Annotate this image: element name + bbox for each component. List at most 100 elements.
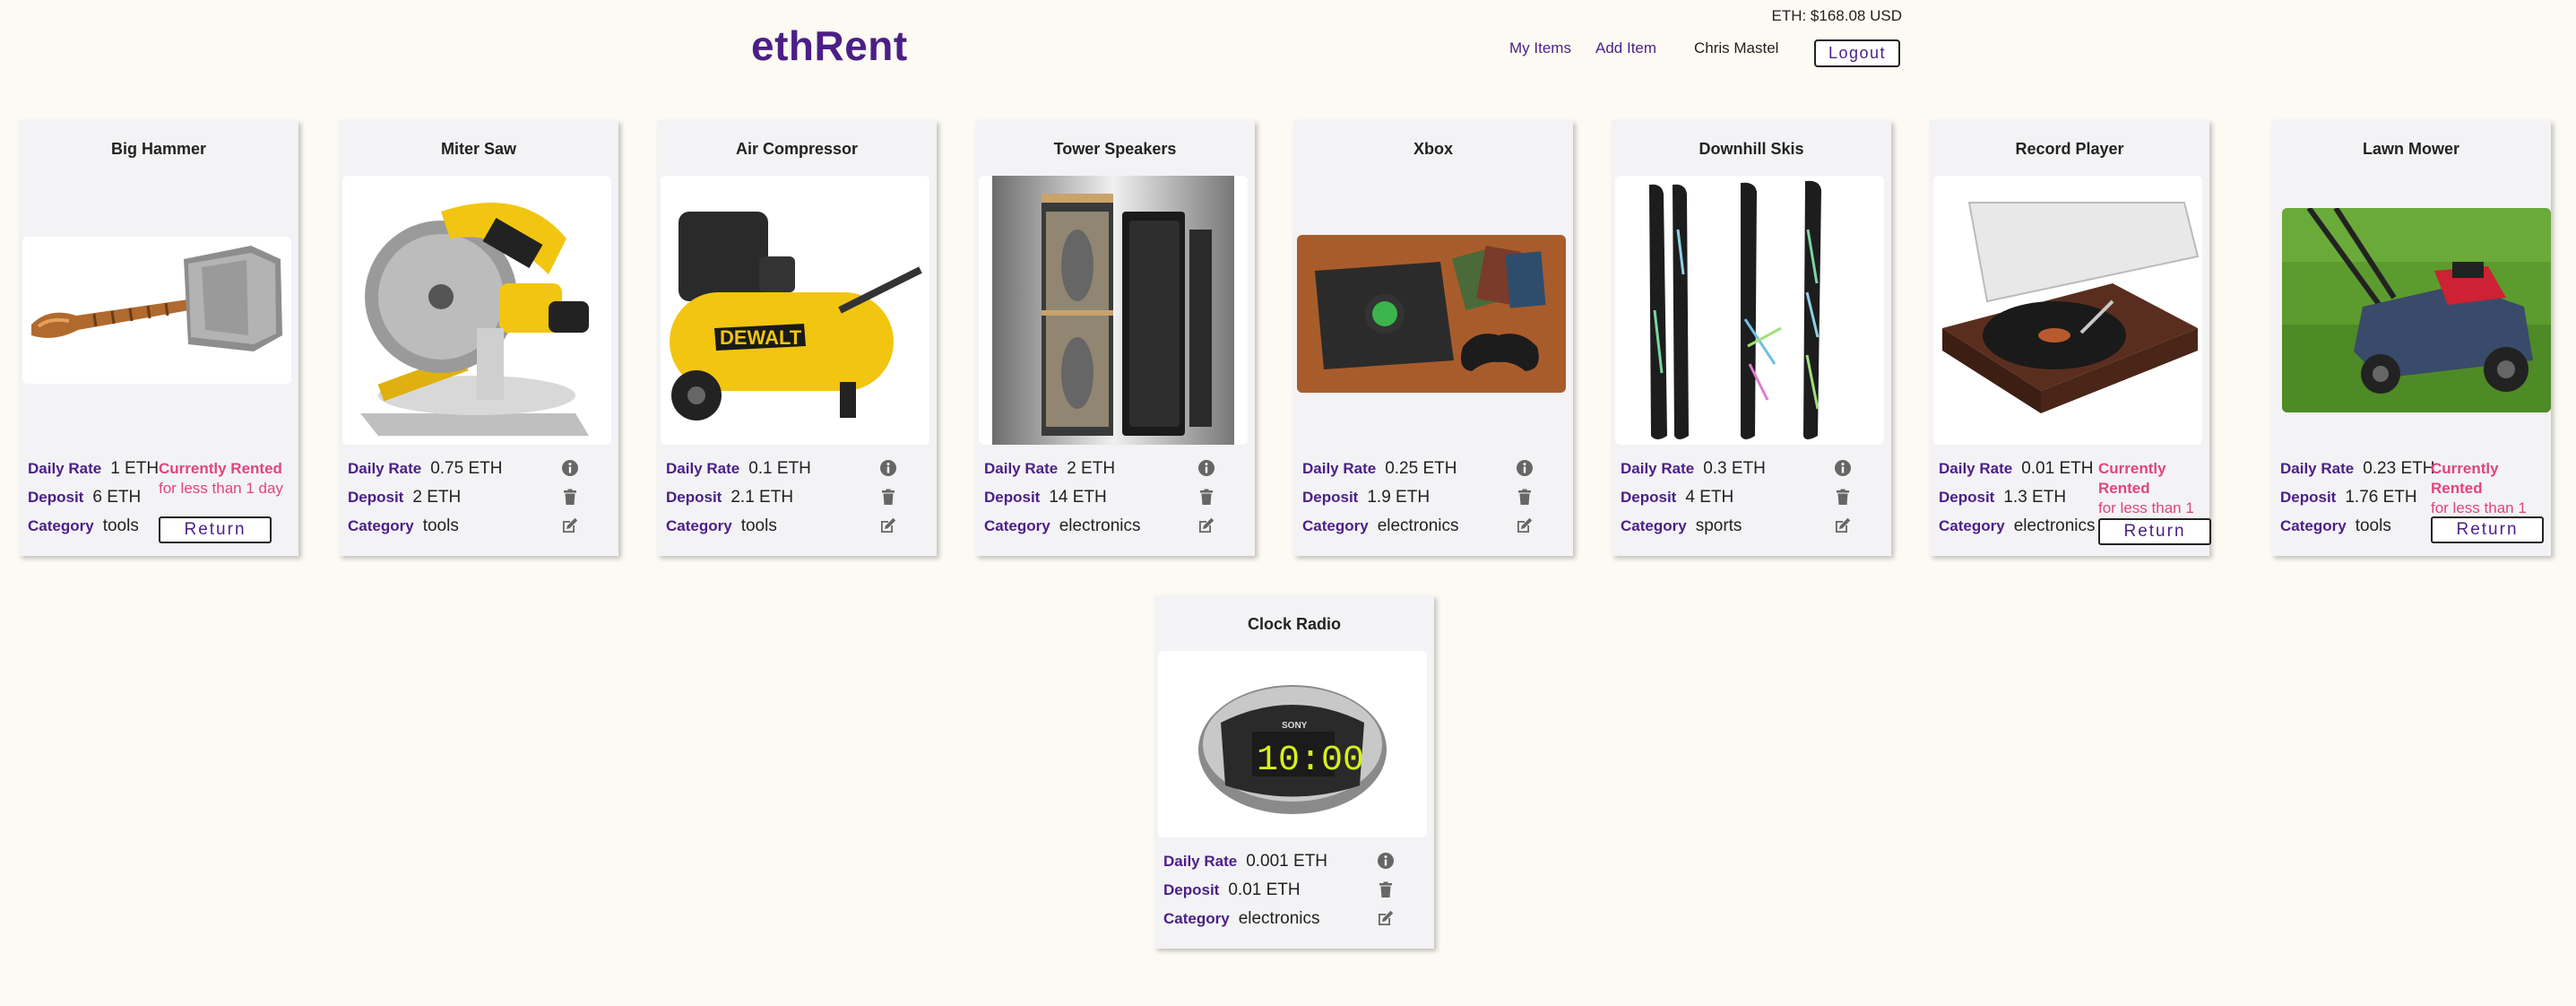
item-image: DEWALT [661, 176, 929, 445]
category-row: Category electronics [1302, 516, 1459, 536]
trash-icon[interactable] [1197, 488, 1215, 506]
item-title: Downhill Skis [1699, 140, 1804, 158]
deposit-value: 14 ETH [1049, 488, 1107, 507]
item-card[interactable]: Clock Radio 10:00 SONY Daily Rate 0.001 E… [1154, 595, 1434, 949]
item-card[interactable]: Air Compressor DEWALT Daily Rate 0.1 ETH … [657, 120, 937, 556]
category-value: tools [102, 516, 139, 535]
daily-rate-value: 1 ETH [110, 459, 160, 478]
deposit-row: Deposit 0.01 ETH [1163, 880, 1301, 900]
item-image [2282, 208, 2551, 412]
return-button[interactable]: Return [159, 516, 272, 543]
hammer-image [22, 237, 291, 384]
trash-icon[interactable] [561, 488, 579, 506]
item-image [1933, 176, 2202, 445]
deposit-value: 0.01 ETH [1228, 880, 1301, 899]
item-card[interactable]: Tower Speakers Daily Rate 2 ETH Deposit 14 [975, 120, 1255, 556]
item-title: Lawn Mower [2362, 140, 2459, 158]
air-compressor-image: DEWALT [661, 176, 929, 445]
daily-rate-row: Daily Rate 0.1 ETH [666, 459, 811, 479]
daily-rate-label: Daily Rate [1621, 460, 1695, 477]
return-button[interactable]: Return [2431, 516, 2544, 543]
record-player-image [1933, 176, 2202, 445]
info-icon[interactable] [1197, 459, 1215, 477]
category-row: Category tools [666, 516, 777, 536]
item-title: Big Hammer [110, 140, 207, 158]
category-row: Category tools [348, 516, 459, 536]
trash-icon[interactable] [1516, 488, 1534, 506]
category-label: Category [984, 517, 1050, 534]
item-image [979, 176, 1248, 445]
category-value: electronics [1059, 516, 1141, 535]
daily-rate-row: Daily Rate 1 ETH [28, 459, 159, 479]
trash-icon[interactable] [1834, 488, 1852, 506]
deposit-row: Deposit 4 ETH [1621, 488, 1733, 507]
deposit-row: Deposit 2.1 ETH [666, 488, 793, 507]
deposit-label: Deposit [666, 489, 722, 506]
daily-rate-label: Daily Rate [2280, 460, 2355, 477]
skis-image [1615, 176, 1884, 445]
deposit-label: Deposit [28, 489, 84, 506]
daily-rate-row: Daily Rate 2 ETH [984, 459, 1115, 479]
daily-rate-value: 0.25 ETH [1385, 459, 1457, 478]
edit-icon[interactable] [1834, 516, 1852, 534]
item-image [342, 176, 611, 445]
category-label: Category [28, 517, 94, 534]
edit-icon[interactable] [1516, 516, 1534, 534]
tower-speakers-image [992, 176, 1234, 445]
info-icon[interactable] [561, 459, 579, 477]
deposit-label: Deposit [984, 489, 1041, 506]
user-name: Chris Mastel [1694, 39, 1779, 56]
svg-text:DEWALT: DEWALT [720, 326, 802, 349]
edit-icon[interactable] [879, 516, 897, 534]
category-label: Category [666, 517, 732, 534]
deposit-row: Deposit 6 ETH [28, 488, 141, 507]
category-row: Category electronics [1163, 909, 1320, 929]
daily-rate-row: Daily Rate 0.75 ETH [348, 459, 502, 479]
item-card[interactable]: Miter Saw Daily Rate 0.75 ETH Deposit 2 ET… [339, 120, 618, 556]
category-value: electronics [1377, 516, 1459, 535]
daily-rate-value: 0.01 ETH [2021, 459, 2094, 478]
item-image [1615, 176, 1884, 445]
nav-add-item[interactable]: Add Item [1595, 39, 1656, 57]
item-image [1297, 235, 1566, 393]
top-bar: ETH: $168.08 USD ethRent My Items Add It… [0, 0, 2576, 81]
deposit-label: Deposit [1621, 489, 1677, 506]
trash-icon[interactable] [879, 488, 897, 506]
daily-rate-value: 0.75 ETH [430, 459, 503, 478]
info-icon[interactable] [1516, 459, 1534, 477]
daily-rate-label: Daily Rate [28, 460, 102, 477]
return-button[interactable]: Return [2098, 518, 2211, 545]
item-card[interactable]: Big Hammer Daily Rate 1 ETH Deposit 6 ETH … [19, 120, 298, 556]
deposit-row: Deposit 1.3 ETH [1939, 488, 2066, 507]
daily-rate-label: Daily Rate [1939, 460, 2013, 477]
edit-icon[interactable] [1377, 909, 1395, 927]
item-card[interactable]: Record Player Daily Rate 0.01 ETH Deposit… [1930, 120, 2211, 556]
deposit-row: Deposit 1.9 ETH [1302, 488, 1430, 507]
edit-icon[interactable] [561, 516, 579, 534]
info-icon[interactable] [1834, 459, 1852, 477]
info-icon[interactable] [1377, 852, 1395, 870]
eth-price: ETH: $168.08 USD [1771, 7, 1902, 24]
edit-icon[interactable] [1197, 516, 1215, 534]
info-icon[interactable] [879, 459, 897, 477]
category-row: Category electronics [1939, 516, 2096, 536]
logout-button[interactable]: Logout [1814, 39, 1900, 67]
trash-icon[interactable] [1377, 880, 1395, 898]
item-card[interactable]: Xbox Daily Rate 0.25 ETH Deposit 1.9 ETH C… [1293, 120, 1573, 556]
deposit-label: Deposit [1302, 489, 1359, 506]
rented-duration-text: for less than 1 day [159, 480, 283, 497]
deposit-row: Deposit 14 ETH [984, 488, 1107, 507]
logo[interactable]: ethRent [751, 22, 908, 70]
daily-rate-row: Daily Rate 0.23 ETH [2280, 459, 2434, 479]
daily-rate-row: Daily Rate 0.25 ETH [1302, 459, 1457, 479]
deposit-value: 2 ETH [412, 488, 462, 507]
daily-rate-row: Daily Rate 0.001 ETH [1163, 852, 1327, 872]
svg-text:SONY: SONY [1282, 721, 1308, 731]
nav-my-items[interactable]: My Items [1509, 39, 1571, 57]
deposit-label: Deposit [348, 489, 404, 506]
svg-text:10:00: 10:00 [1257, 741, 1364, 781]
deposit-label: Deposit [1163, 881, 1220, 898]
item-card[interactable]: Lawn Mower Daily Rate 0.23 ETH Deposit 1.7… [2271, 120, 2551, 556]
deposit-row: Deposit 1.76 ETH [2280, 488, 2417, 507]
item-card[interactable]: Downhill Skis Daily Rate 0.3 ETH Deposit… [1612, 120, 1891, 556]
